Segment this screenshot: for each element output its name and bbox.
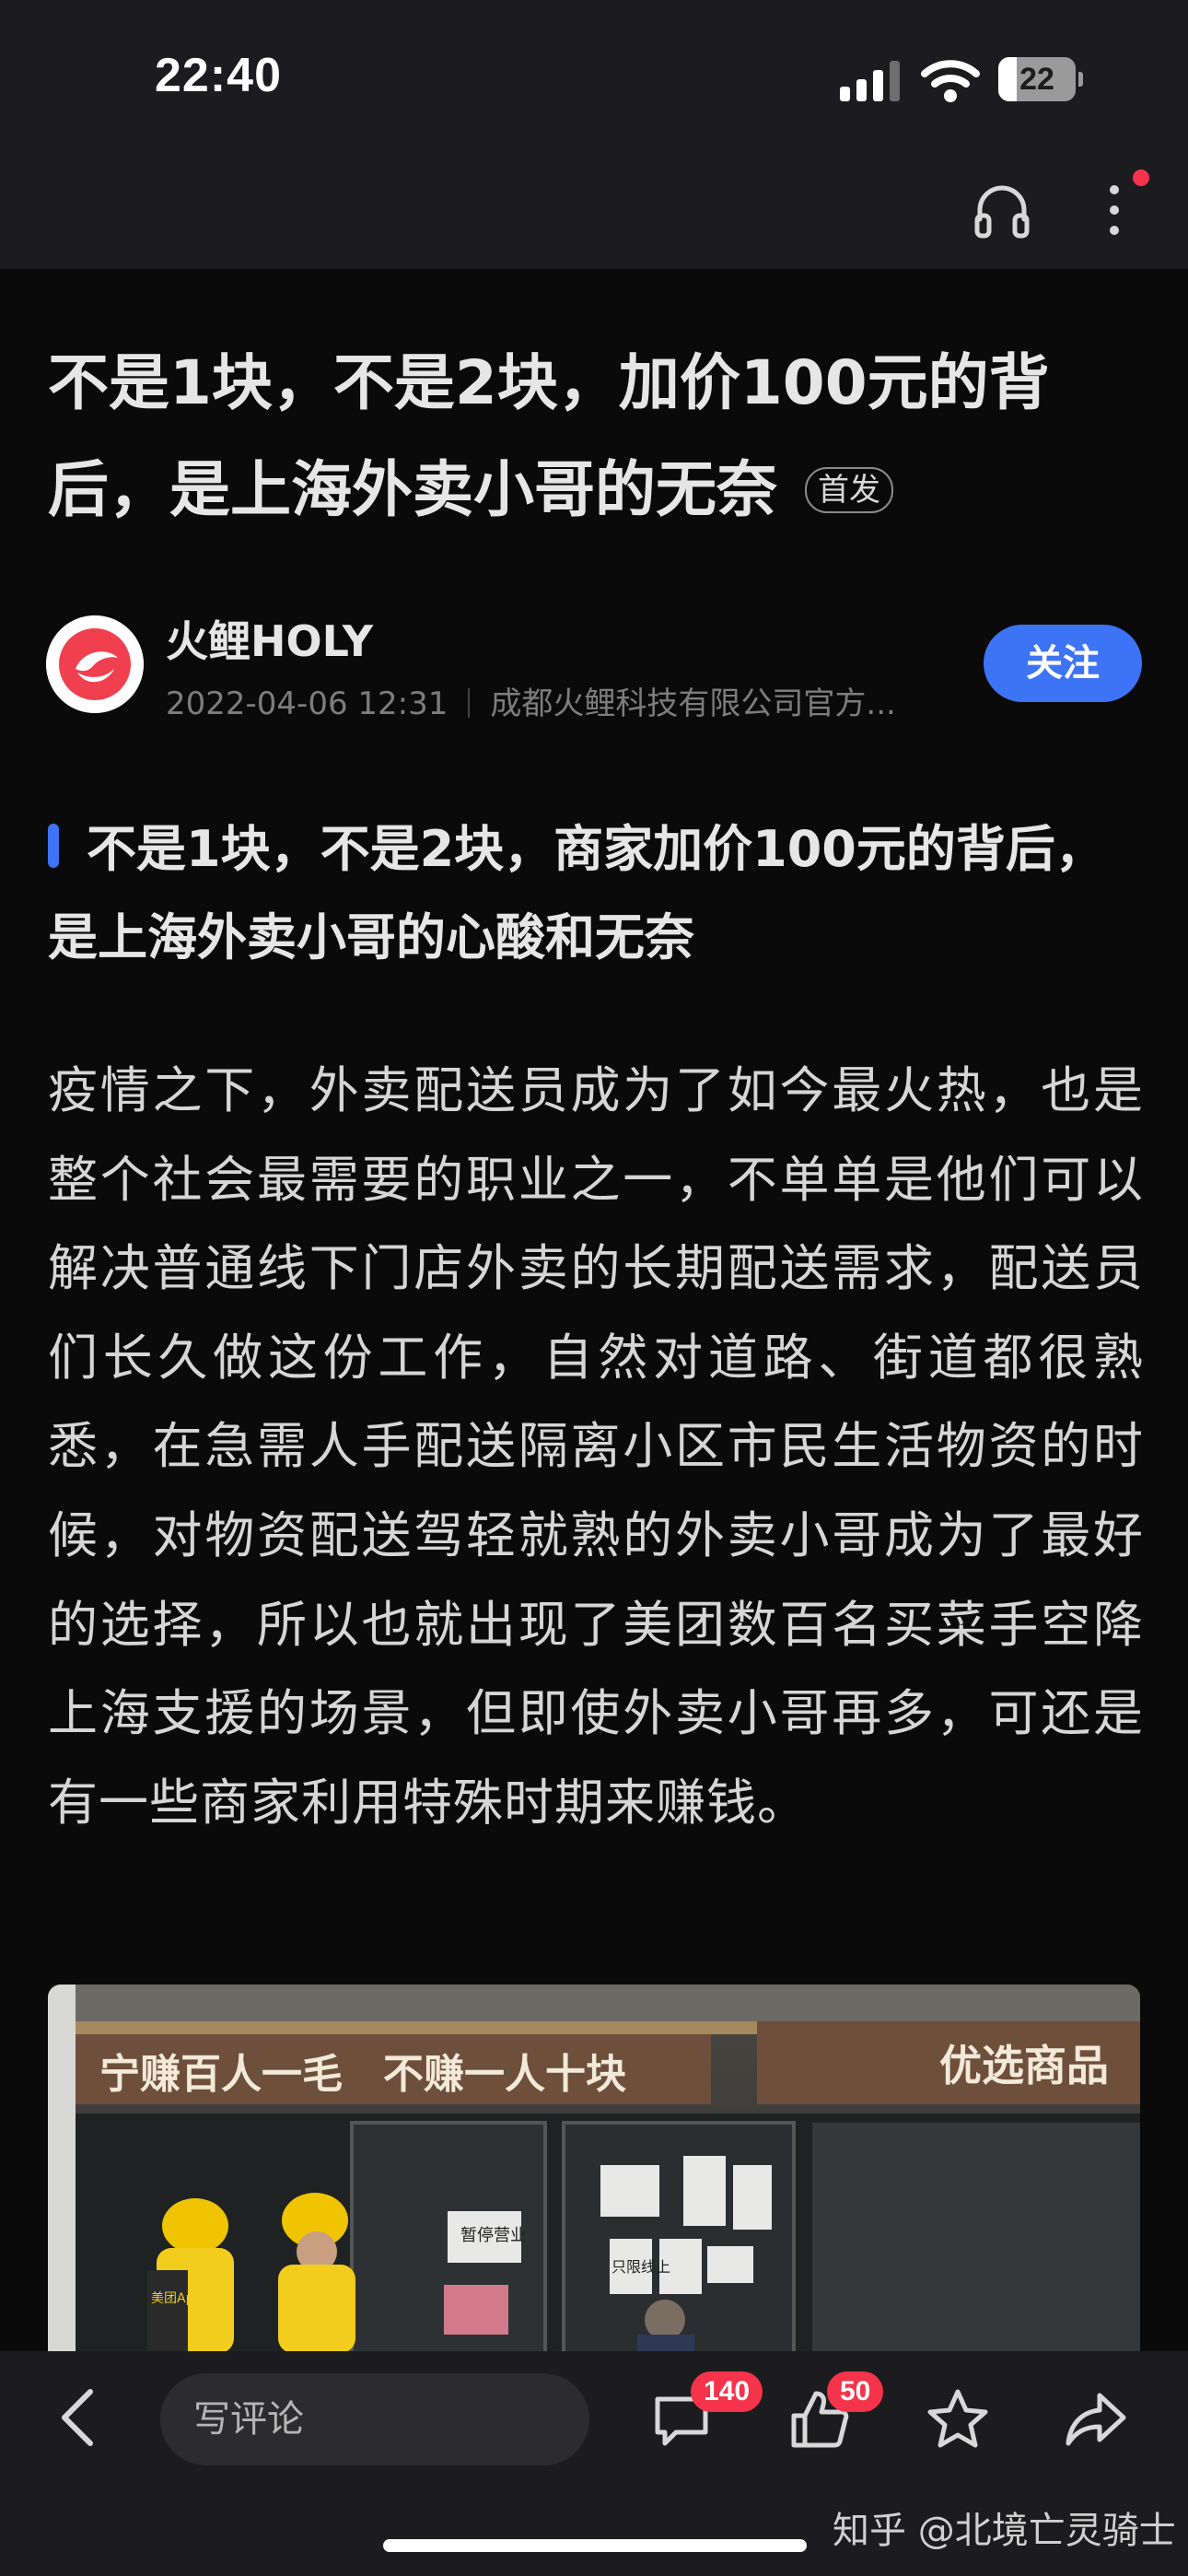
shop-sign-slogan: 宁赚百人一毛 不赚一人十块 bbox=[99, 2051, 626, 2098]
write-comment-input[interactable]: 写评论 bbox=[160, 2373, 589, 2465]
favorite-star-icon[interactable] bbox=[925, 2386, 991, 2453]
cellular-signal-icon bbox=[840, 61, 900, 101]
article-photo[interactable]: 宁赚百人一毛 不赚一人十块 优选商品 暂停营业 只限线上 美团App bbox=[48, 1985, 1140, 2353]
rider-vest-text: 美团App bbox=[151, 2291, 202, 2306]
article-subheading: 不是1块，不是2块，商家加价100元的背后，是上海外卖小哥的心酸和无奈 bbox=[48, 820, 1105, 966]
author-name[interactable]: 火鲤HOLY bbox=[166, 608, 373, 669]
status-time: 22:40 bbox=[155, 49, 282, 102]
author-org: 成都火鲤科技有限公司官方... bbox=[490, 685, 896, 722]
meta-divider bbox=[468, 688, 471, 718]
back-arrow-icon[interactable] bbox=[55, 2386, 99, 2449]
comment-count-badge: 140 bbox=[691, 2371, 763, 2412]
battery-icon: 22 bbox=[998, 57, 1083, 101]
follow-button[interactable]: 关注 bbox=[984, 625, 1142, 702]
storefront-photo-illustration: 宁赚百人一毛 不赚一人十块 优选商品 暂停营业 只限线上 美团App bbox=[48, 1985, 1140, 2353]
share-icon[interactable] bbox=[1063, 2386, 1129, 2453]
author-meta: 2022-04-06 12:31 成都火鲤科技有限公司官方... bbox=[166, 678, 896, 723]
more-options-icon[interactable] bbox=[1096, 173, 1133, 247]
home-indicator[interactable] bbox=[383, 2539, 807, 2552]
shop-sign-name: 优选商品 bbox=[939, 2041, 1109, 2090]
publish-date: 2022-04-06 12:31 bbox=[166, 685, 448, 722]
article-title-text: 不是1块，不是2块，加价100元的背后，是上海外卖小哥的无奈 bbox=[48, 346, 1050, 525]
article-title: 不是1块，不是2块，加价100元的背后，是上海外卖小哥的无奈 首发 bbox=[48, 328, 1144, 542]
wifi-icon bbox=[921, 60, 980, 102]
zhihu-watermark: 知乎 @北境亡灵骑士 bbox=[833, 2510, 1176, 2552]
article-paragraph: 疫情之下，外卖配送员成为了如今最火热，也是整个社会最需要的职业之一，不单单是他们… bbox=[48, 1061, 1144, 1832]
first-publish-badge: 首发 bbox=[805, 466, 893, 513]
like-count-badge: 50 bbox=[827, 2371, 884, 2412]
notification-dot bbox=[1133, 170, 1149, 186]
notice-paused: 暂停营业 bbox=[460, 2226, 527, 2245]
author-avatar[interactable] bbox=[46, 615, 144, 713]
headphones-icon[interactable] bbox=[973, 181, 1031, 240]
battery-level: 22 bbox=[1019, 62, 1054, 97]
notice-online-only: 只限线上 bbox=[611, 2258, 670, 2276]
